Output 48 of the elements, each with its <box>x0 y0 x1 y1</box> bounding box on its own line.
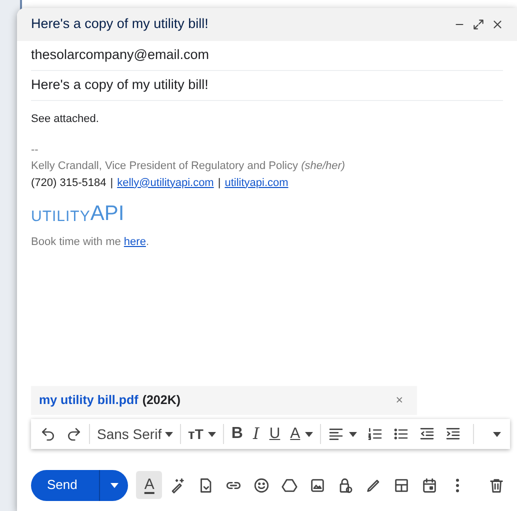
minimize-icon <box>453 23 466 26</box>
emoji-icon <box>252 476 270 494</box>
attachment-link[interactable]: my utility bill.pdf <box>39 391 138 410</box>
remove-attachment-button[interactable]: × <box>390 390 409 411</box>
bulleted-list-icon <box>393 426 410 442</box>
divider-text: | <box>218 176 221 188</box>
bold-button[interactable]: B <box>226 422 248 446</box>
numbered-list-icon <box>367 426 384 442</box>
website-link[interactable]: utilityapi.com <box>224 176 288 188</box>
message-text: See attached. <box>31 112 100 127</box>
indent-more-icon <box>445 426 462 442</box>
text-color-button[interactable]: A <box>285 422 318 446</box>
attachment-chip[interactable]: my utility bill.pdf (202K) × <box>31 386 417 415</box>
caret-icon <box>305 432 314 436</box>
caret-icon <box>110 482 119 488</box>
indent-less-icon <box>419 426 436 442</box>
redo-icon <box>66 426 82 442</box>
layout-icon <box>392 476 410 494</box>
email-link[interactable]: kelly@utilityapi.com <box>117 176 214 188</box>
file-size: (202K) <box>142 392 181 410</box>
phone-number: (720) 315-5184 <box>31 176 106 188</box>
trash-icon <box>488 476 504 494</box>
font-select[interactable]: Sans Serif <box>92 422 178 446</box>
caret-icon <box>165 432 173 436</box>
signature-separator: -- <box>31 142 38 158</box>
undo-icon <box>40 426 56 442</box>
booking-text: Book time with me here. <box>31 235 150 250</box>
caret-icon <box>349 432 358 436</box>
booking-link[interactable]: here <box>124 236 146 248</box>
company-logo: UTILITYAPI <box>31 203 124 224</box>
calendar-icon <box>420 476 438 494</box>
recipient-field[interactable]: thesolarcompany@email.com <box>31 45 503 66</box>
photo-icon <box>308 476 326 494</box>
formatting-options-button[interactable]: A <box>136 471 162 499</box>
italic-button[interactable]: I <box>248 422 264 446</box>
expand-icon <box>472 18 485 31</box>
align-left-icon <box>328 426 344 442</box>
font-size-button[interactable]: тT <box>183 422 222 446</box>
underline-button[interactable]: U <box>264 422 286 446</box>
caret-icon <box>208 432 216 436</box>
subject-field[interactable]: Here's a copy of my utility bill! <box>31 75 503 96</box>
message-body[interactable]: See attached. -- Kelly Crandall, Vice President of Regulatory and Policy (she/her) (720) 315-5184 | kelly@utilityapi.com | utilityapi.com UTILITYAPI Book time with me here. <box>17 101 517 386</box>
close-icon <box>491 18 504 31</box>
window-title: Here's a copy of my utility bill! <box>31 15 210 34</box>
signature-name: Kelly Crandall, Vice President of Regulatory and Policy (she/her) <box>31 159 346 174</box>
divider-text: | <box>110 176 114 188</box>
caret-icon <box>492 432 501 436</box>
more-vertical-icon <box>454 478 460 492</box>
